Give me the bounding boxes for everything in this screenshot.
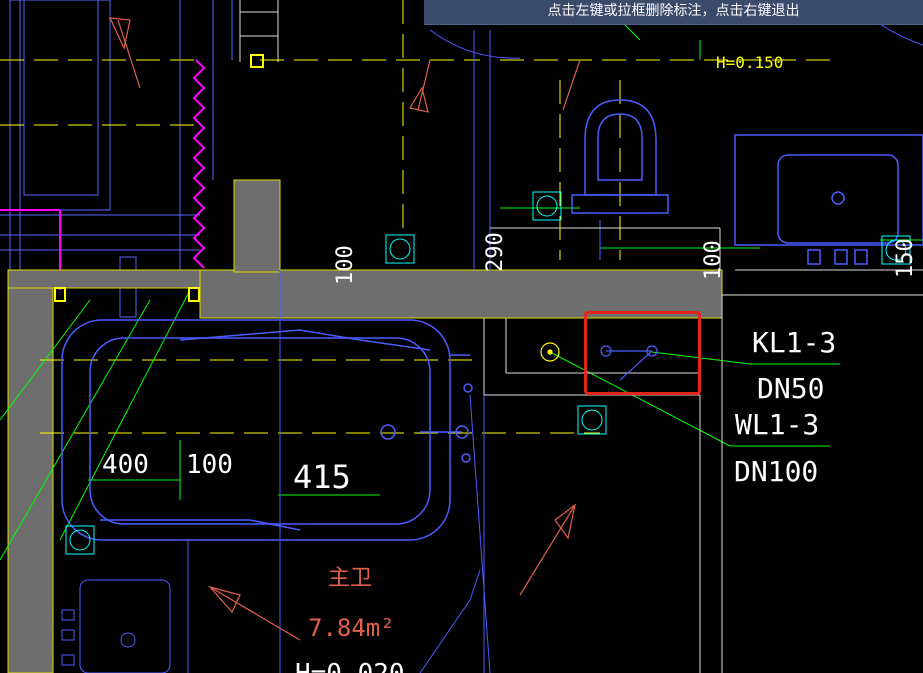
dim-150: 150 [893,238,918,278]
dim-100-left: 100 [333,245,358,285]
room-name: 主卫 [328,566,372,591]
elevation-label-bottom: H=0.020 [295,659,405,673]
pipe-label-dn50: DN50 [757,372,824,405]
command-prompt-tip: 点击左键或拉框删除标注，点击右键退出 [424,0,923,25]
elevation-label-top: H=0.150 [716,53,783,72]
dim-400: 400 [102,450,149,480]
pipe-label-wl: WL1-3 [735,408,819,441]
pipe-label-kl: KL1-3 [752,326,836,359]
dim-100-mid: 100 [701,240,726,280]
pipe-label-dn100: DN100 [734,455,818,488]
dim-100-bath: 100 [186,450,233,480]
selection-highlight-box [584,311,701,395]
cad-drawing-canvas[interactable]: H=0.150 290 100 100 150 400 100 415 KL1-… [0,0,923,673]
room-area: 7.84m² [308,614,395,642]
dim-290: 290 [483,232,508,272]
dim-415: 415 [293,458,351,496]
